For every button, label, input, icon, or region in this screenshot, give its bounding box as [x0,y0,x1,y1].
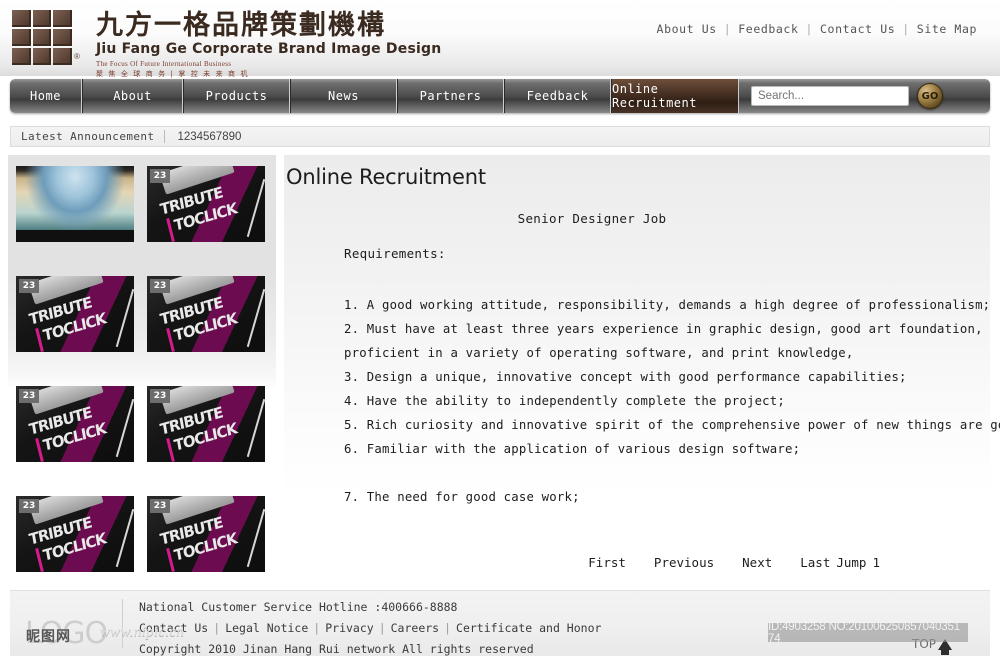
search-input[interactable] [758,90,902,102]
thumbnail-badge: 23 [19,499,39,513]
search-box[interactable] [751,86,909,106]
pagination-jump-group: Last Jump 1 [800,555,880,570]
requirement-item: 3. Design a unique, innovative concept w… [344,370,907,384]
back-to-top-label: TOP [911,637,936,651]
requirements-spacer [344,461,990,485]
thumbnail-grid: 23 TRIBUTE TOCLICK 23 TRIBUTE TOCLICK 23… [8,155,276,606]
footer-link-separator: | [378,621,386,635]
pagination-current-page[interactable]: 1 [872,555,880,570]
logo-textblock: 九方一格品牌策劃機構 Jiu Fang Ge Corporate Brand I… [96,10,441,79]
nav-item-home[interactable]: Home [10,79,82,113]
pagination-last[interactable]: Last [800,555,830,570]
main-navigation: Home About Products News Partners Feedba… [10,79,990,113]
thumbnail-item[interactable]: 23 TRIBUTE TOCLICK [16,386,134,462]
logo-tagline-cn: 聚 焦 全 球 商 务 | 掌 控 未 来 商 机 [96,70,250,79]
back-to-top-button[interactable]: TOP [911,637,952,655]
pagination-next[interactable]: Next [742,555,772,570]
footer-link-careers[interactable]: Careers [391,621,439,635]
thumbnail-item[interactable]: 23 TRIBUTE TOCLICK [147,276,265,352]
thumbnail-streak [246,398,265,458]
thumbnail-streak [115,288,134,348]
thumbnail-item[interactable]: 23 TRIBUTE TOCLICK [147,496,265,572]
nav-item-online-recruitment[interactable]: Online Recruitment [611,79,739,113]
thumbnail-badge: 23 [19,389,39,403]
nav-item-products[interactable]: Products [183,79,290,113]
top-link-about-us[interactable]: About Us [650,22,724,36]
pagination-first[interactable]: First [588,555,626,570]
announcement-label: Latest Announcement [21,130,155,143]
nav-item-news[interactable]: News [290,79,397,113]
nav-item-about[interactable]: About [82,79,183,113]
top-link-feedback[interactable]: Feedback [731,22,805,36]
job-title: Senior Designer Job [517,211,667,226]
site-logo[interactable]: ® 九方一格品牌策劃機構 Jiu Fang Ge Corporate Brand… [12,10,441,79]
thumbnail-streak [246,178,265,238]
top-link-site-map[interactable]: Site Map [910,22,984,36]
thumbnail-streak [246,288,265,348]
page-root: ® 九方一格品牌策劃機構 Jiu Fang Ge Corporate Brand… [0,0,1000,656]
logo-tagline-en: The Focus Of Future International Busine… [96,60,232,69]
announcement-text[interactable]: 1234567890 [165,131,241,143]
header-utility-links: About Us | Feedback | Contact Us | Site Map [650,22,984,36]
thumbnail-badge: 23 [150,389,170,403]
pagination-jump-label: Jump [836,555,867,570]
thumbnail-badge: 23 [150,169,170,183]
footer-link-separator: | [213,621,221,635]
thumbnail-item[interactable]: 23 TRIBUTE TOCLICK [147,166,265,242]
thumbnail-streak [115,508,134,568]
body-area: 23 TRIBUTE TOCLICK 23 TRIBUTE TOCLICK 23… [0,155,1000,585]
requirement-item-continuation: proficient in a variety of operating sof… [344,346,854,360]
footer-link-separator: | [444,621,452,635]
requirement-item: 5. Rich curiosity and innovative spirit … [344,418,1000,432]
footer-text-block: National Customer Service Hotline :40066… [123,591,732,656]
footer-link-separator: | [313,621,321,635]
footer-link-certificate-and-honor[interactable]: Certificate and Honor [456,621,601,635]
announcement-bar: Latest Announcement 1234567890 [10,126,990,147]
thumbnail-badge: 23 [150,279,170,293]
pagination: First Previous Next Last Jump 1 [588,555,880,570]
requirement-item: 4. Have the ability to independently com… [344,394,785,408]
registered-mark: ® [74,52,80,61]
thumbnail-item[interactable]: 23 TRIBUTE TOCLICK [16,496,134,572]
site-header: ® 九方一格品牌策劃機構 Jiu Fang Ge Corporate Brand… [0,0,1000,79]
footer-link-privacy[interactable]: Privacy [325,621,373,635]
top-link-contact-us[interactable]: Contact Us [813,22,902,36]
cube-grid-logo-icon [12,10,72,65]
footer-hotline: National Customer Service Hotline :40066… [139,600,458,614]
logo-chinese-name: 九方一格品牌策劃機構 [96,10,386,41]
top-link-separator: | [902,22,910,36]
nav-item-partners[interactable]: Partners [397,79,504,113]
requirements-list: 1. A good working attitude, responsibili… [284,293,1000,509]
thumbnail-item[interactable]: 23 TRIBUTE TOCLICK [16,276,134,352]
footer-links: Contact Us | Legal Notice | Privacy | Careers |… [139,618,732,639]
pagination-previous[interactable]: Previous [654,555,714,570]
site-footer: LOGO National Customer Service Hotline :… [10,590,990,656]
requirement-item: 1. A good working attitude, responsibili… [344,298,991,312]
main-content: Online Recruitment Senior Designer Job R… [284,155,1000,580]
requirement-item: 7. The need for good case work; [344,490,580,504]
thumbnail-streak [115,398,134,458]
thumbnail-badge: 23 [19,279,39,293]
footer-link-contact-us[interactable]: Contact Us [139,621,208,635]
thumbnail-badge: 23 [150,499,170,513]
sidebar-gallery: 23 TRIBUTE TOCLICK 23 TRIBUTE TOCLICK 23… [8,155,276,580]
thumbnail-item[interactable]: 23 TRIBUTE TOCLICK [147,386,265,462]
requirements-heading: Requirements: [344,246,446,261]
page-title: Online Recruitment [286,165,486,189]
footer-logo-placeholder: LOGO [24,616,108,651]
top-link-separator: | [805,22,814,36]
footer-link-legal-notice[interactable]: Legal Notice [225,621,308,635]
thumbnail-streak [246,508,265,568]
up-arrow-icon [938,638,952,655]
requirement-item: 6. Familiar with the application of vari… [344,442,801,456]
nav-search-area: GO [739,79,990,113]
footer-copyright: Copyright 2010 Jinan Hang Rui network Al… [139,642,534,656]
nav-item-feedback[interactable]: Feedback [504,79,611,113]
logo-english-name: Jiu Fang Ge Corporate Brand Image Design [96,41,442,58]
footer-right-area: TOP [732,591,990,656]
requirement-item: 2. Must have at least three years experi… [344,322,983,336]
thumbnail-item[interactable] [16,166,134,242]
search-go-button[interactable]: GO [917,83,943,109]
